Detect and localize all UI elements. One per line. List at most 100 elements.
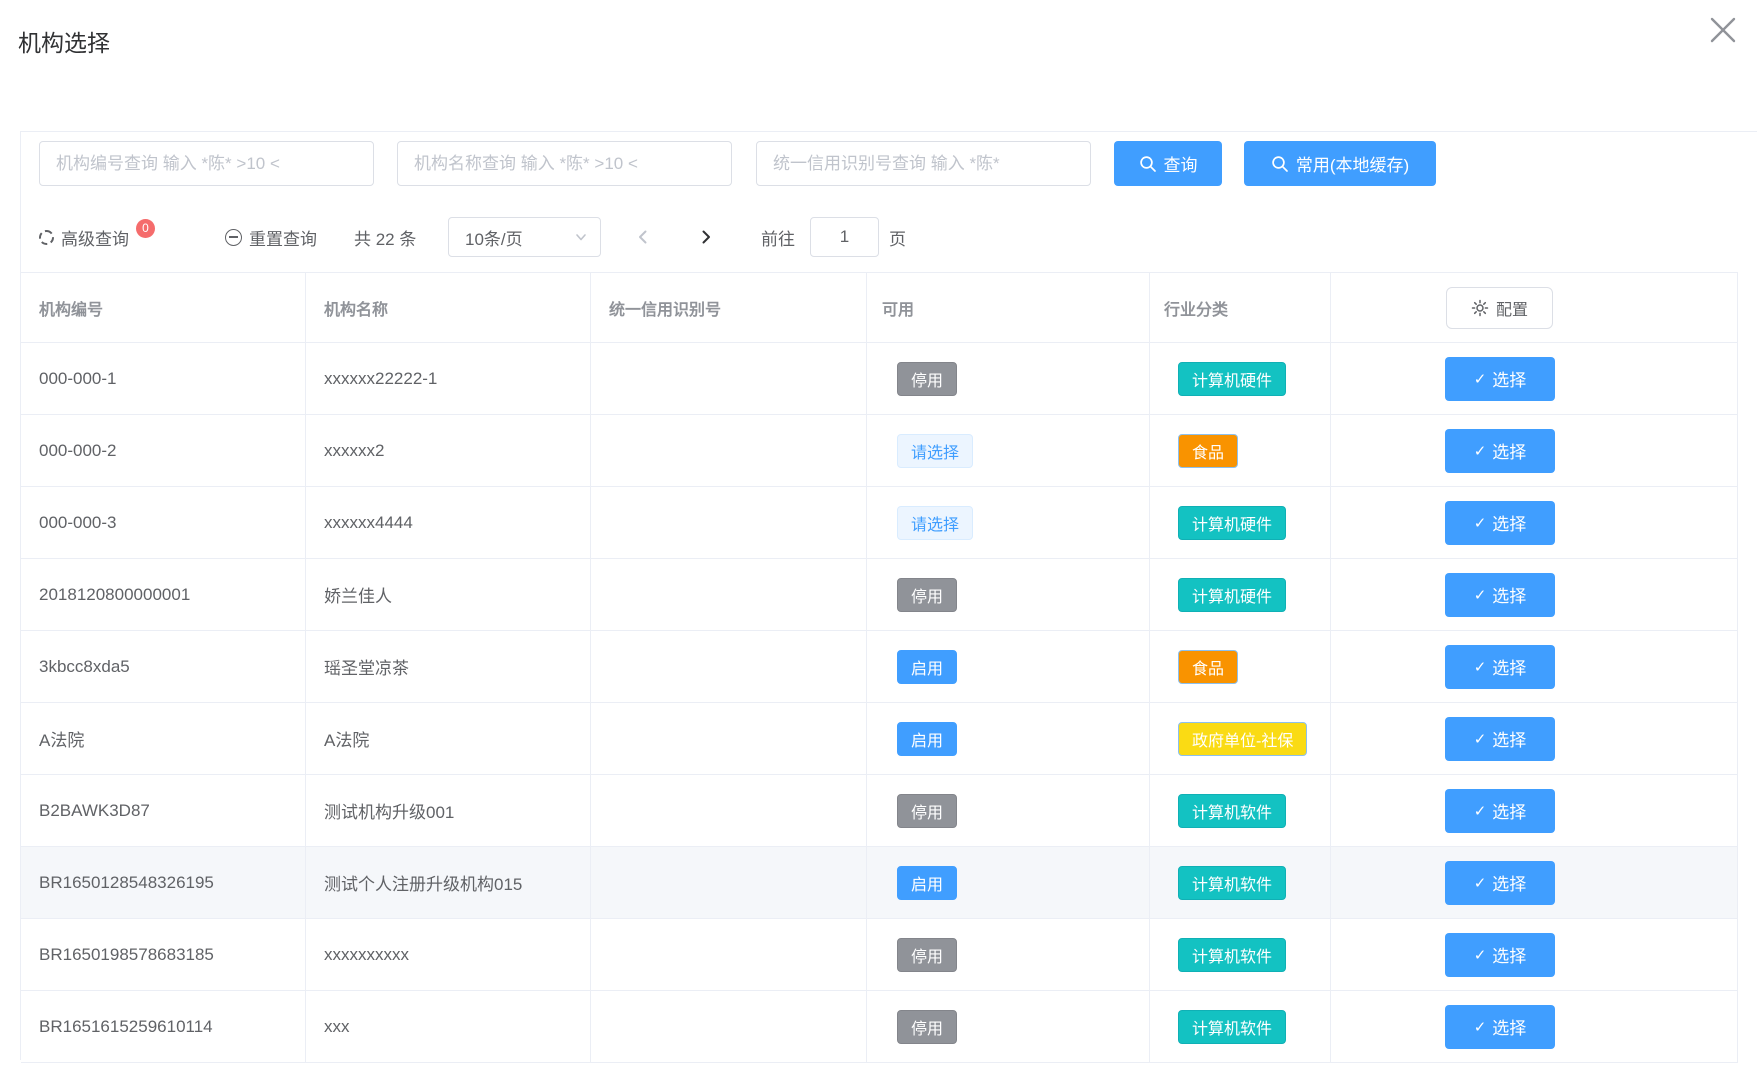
check-icon: ✓ xyxy=(1474,874,1487,892)
header-credit-code: 统一信用识别号 xyxy=(591,273,867,343)
advanced-query-button[interactable]: 高级查询 0 xyxy=(39,217,155,257)
select-button[interactable]: ✓ 选择 xyxy=(1445,1005,1555,1049)
header-industry: 行业分类 xyxy=(1150,273,1331,343)
select-button-label: 选择 xyxy=(1492,1014,1526,1039)
industry-cell: 计算机软件 xyxy=(1150,775,1331,847)
next-page-button[interactable] xyxy=(684,217,728,257)
table-row: BR1650198578683185xxxxxxxxxx停用计算机软件✓选择 xyxy=(21,919,1737,991)
chevron-right-icon xyxy=(698,229,714,245)
search-icon xyxy=(1139,155,1157,173)
select-button[interactable]: ✓选择 xyxy=(1445,429,1555,473)
action-cell: ✓选择 xyxy=(1331,775,1737,847)
industry-cell: 计算机硬件 xyxy=(1150,487,1331,559)
credit-code-cell xyxy=(591,631,867,703)
org-code-cell: 3kbcc8xda5 xyxy=(21,631,306,703)
config-button[interactable]: 配置 xyxy=(1446,287,1553,329)
select-button-label: 选择 xyxy=(1492,366,1526,391)
org-name-cell: 瑶圣堂凉茶 xyxy=(306,631,591,703)
available-cell: 启用 xyxy=(867,631,1150,703)
status-badge[interactable]: 启用 xyxy=(897,722,957,756)
header-org-name: 机构名称 xyxy=(306,273,591,343)
org-name-cell: A法院 xyxy=(306,703,591,775)
select-button-label: 选择 xyxy=(1492,654,1526,679)
check-icon: ✓ xyxy=(1474,514,1487,532)
chevron-down-icon xyxy=(574,230,588,244)
advanced-query-label: 高级查询 xyxy=(61,225,129,250)
action-cell: ✓ 选择 xyxy=(1331,991,1737,1063)
org-select-dialog: 机构选择 查询 xyxy=(0,0,1757,1089)
select-button-label: 选择 xyxy=(1492,510,1526,535)
org-code-cell: 000-000-3 xyxy=(21,487,306,559)
credit-code-cell xyxy=(591,991,867,1063)
org-name-cell: xxxxxxxxxx xyxy=(306,919,591,991)
credit-code-search-input[interactable] xyxy=(756,141,1091,186)
select-button[interactable]: ✓ 选择 xyxy=(1445,501,1555,545)
goto-label: 前往 xyxy=(761,217,795,257)
select-button-label: 选择 xyxy=(1492,582,1526,607)
check-icon: ✓ xyxy=(1474,370,1487,388)
industry-badge: 计算机软件 xyxy=(1178,938,1286,972)
credit-code-cell xyxy=(591,559,867,631)
select-button[interactable]: ✓ 选择 xyxy=(1445,645,1555,689)
available-cell: 停用 xyxy=(867,991,1150,1063)
industry-badge: 政府单位-社保 xyxy=(1178,722,1307,756)
org-name-cell: 娇兰佳人 xyxy=(306,559,591,631)
select-button[interactable]: ✓ 选择 xyxy=(1445,357,1555,401)
status-badge[interactable]: 请选择 xyxy=(897,434,973,468)
industry-badge: 计算机软件 xyxy=(1178,866,1286,900)
goto-suffix: 页 xyxy=(889,217,906,257)
select-button[interactable]: ✓选择 xyxy=(1445,933,1555,977)
table-row: BR1650128548326195测试个人注册升级机构015启用计算机软件✓选… xyxy=(21,847,1737,919)
table-body: 000-000-1xxxxxx22222-1停用计算机硬件✓选择000-000-… xyxy=(21,343,1737,1063)
close-icon[interactable] xyxy=(1703,10,1743,50)
select-button[interactable]: ✓选择 xyxy=(1445,789,1555,833)
credit-code-cell xyxy=(591,847,867,919)
industry-cell: 政府单位-社保 xyxy=(1150,703,1331,775)
check-icon: ✓ xyxy=(1474,1018,1487,1036)
org-name-cell: 测试个人注册升级机构015 xyxy=(306,847,591,919)
table-row: A法院A法院启用政府单位-社保✓选择 xyxy=(21,703,1737,775)
select-button-label: 选择 xyxy=(1492,870,1526,895)
reset-query-button[interactable]: 重置查询 xyxy=(225,217,317,257)
status-badge[interactable]: 停用 xyxy=(897,1010,957,1044)
page-title: 机构选择 xyxy=(18,24,110,58)
action-cell: ✓ 选择 xyxy=(1331,343,1737,415)
status-badge[interactable]: 启用 xyxy=(897,866,957,900)
org-code-cell: BR1651615259610114 xyxy=(21,991,306,1063)
table-header-row: 机构编号 机构名称 统一信用识别号 可用 行业分类 xyxy=(21,273,1737,343)
status-badge[interactable]: 停用 xyxy=(897,362,957,396)
org-code-cell: 000-000-2 xyxy=(21,415,306,487)
action-cell: ✓选择 xyxy=(1331,919,1737,991)
table-row: 000-000-1xxxxxx22222-1停用计算机硬件✓选择 xyxy=(21,343,1737,415)
credit-code-cell xyxy=(591,703,867,775)
select-button[interactable]: ✓选择 xyxy=(1445,573,1555,617)
prev-page-button[interactable] xyxy=(621,217,665,257)
org-name-search-input[interactable] xyxy=(397,141,732,186)
check-icon: ✓ xyxy=(1474,658,1487,676)
status-badge[interactable]: 请选择 xyxy=(897,506,973,540)
query-button[interactable]: 查询 xyxy=(1114,141,1222,186)
action-cell: ✓ 选择 xyxy=(1331,847,1737,919)
advanced-query-badge: 0 xyxy=(136,219,155,238)
industry-cell: 计算机软件 xyxy=(1150,919,1331,991)
status-badge[interactable]: 停用 xyxy=(897,938,957,972)
page-size-select[interactable]: 10条/页 xyxy=(448,217,601,257)
status-badge[interactable]: 停用 xyxy=(897,794,957,828)
query-button-label: 查询 xyxy=(1164,151,1198,176)
status-badge[interactable]: 启用 xyxy=(897,650,957,684)
org-code-cell: 000-000-1 xyxy=(21,343,306,415)
select-button[interactable]: ✓选择 xyxy=(1445,717,1555,761)
goto-page-input[interactable] xyxy=(810,217,879,257)
action-cell: ✓选择 xyxy=(1331,415,1737,487)
org-code-search-input[interactable] xyxy=(39,141,374,186)
total-count: 共 22 条 xyxy=(354,217,416,257)
search-icon xyxy=(1271,155,1289,173)
select-button[interactable]: ✓ 选择 xyxy=(1445,861,1555,905)
check-icon: ✓ xyxy=(1474,442,1487,460)
industry-cell: 计算机硬件 xyxy=(1150,343,1331,415)
org-table: 机构编号 机构名称 统一信用识别号 可用 行业分类 xyxy=(21,272,1738,1063)
industry-badge: 计算机硬件 xyxy=(1178,506,1286,540)
status-badge[interactable]: 停用 xyxy=(897,578,957,612)
check-icon: ✓ xyxy=(1474,802,1487,820)
common-cache-button[interactable]: 常用(本地缓存) xyxy=(1244,141,1436,186)
